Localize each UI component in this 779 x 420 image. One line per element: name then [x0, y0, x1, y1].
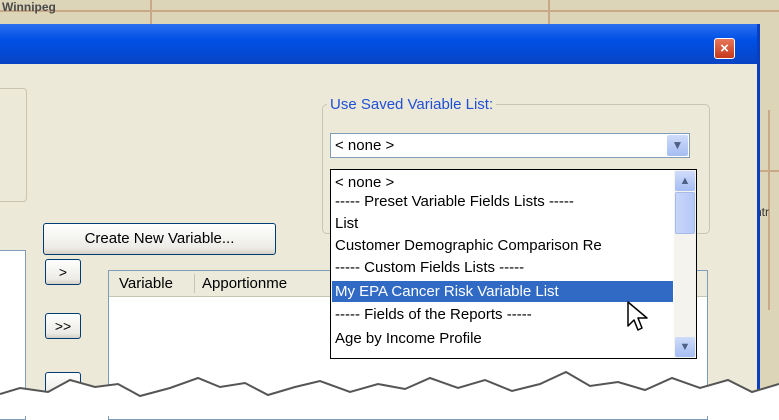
torn-edge [0, 370, 779, 416]
